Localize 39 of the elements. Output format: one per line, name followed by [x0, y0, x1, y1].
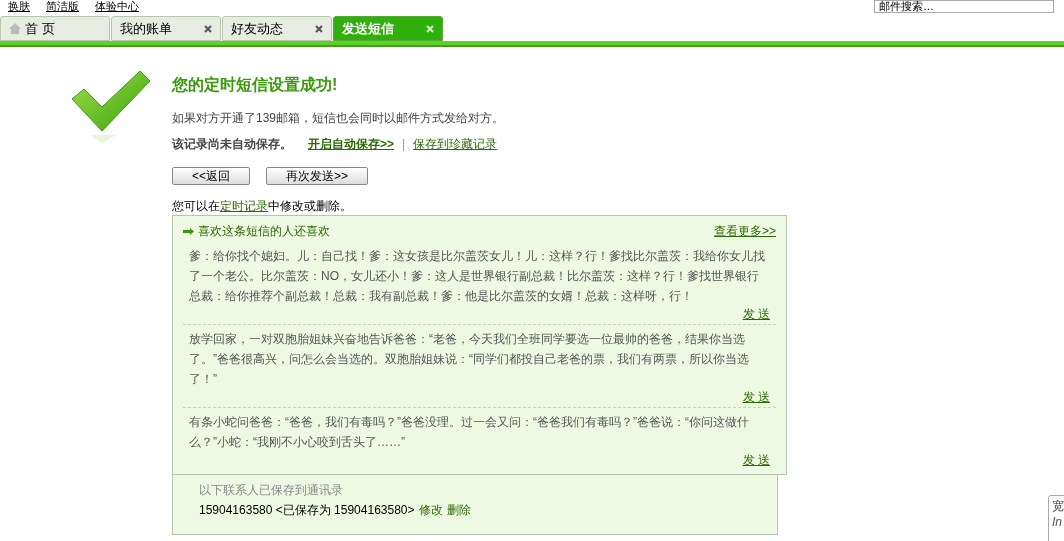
top-link[interactable]: 换肤: [8, 0, 30, 12]
tab-label: 首 页: [25, 19, 55, 38]
sms-text: 放学回家，一对双胞胎姐妹兴奋地告诉爸爸：“老爸，今天我们全班同学要选一位最帅的爸爸，结果你当选了。”爸爸很高兴，问怎么会当选的。双胞胎姐妹说：“同学们都投自己老爸的票，我们有两票，所以你当选了！”: [189, 331, 750, 388]
tab[interactable]: 好友动态: [222, 16, 332, 41]
link-separator: |: [402, 136, 406, 153]
send-link[interactable]: 发 送: [742, 452, 770, 468]
top-link[interactable]: 简洁版: [46, 0, 79, 12]
close-icon[interactable]: [315, 24, 323, 33]
success-title: 您的定时短信设置成功!: [172, 75, 339, 95]
tab-label: 我的账单: [120, 19, 172, 38]
resend-button[interactable]: 再次发送>>: [266, 167, 368, 185]
delete-link[interactable]: 删除: [446, 503, 471, 517]
more-link[interactable]: 查看更多>>: [714, 222, 776, 240]
sms-text: 有条小蛇问爸爸：“爸爸，我们有毒吗？”爸爸没理。过一会又问：“爸爸我们有毒吗？”爸爸说：“你问这做什么？”小蛇：“我刚不小心咬到舌头了……”: [189, 414, 750, 451]
auto-save-link[interactable]: 开启自动保存>>: [308, 135, 394, 153]
back-button[interactable]: <<返回: [172, 167, 250, 185]
unsaved-text: 该记录尚未自动保存。: [172, 136, 292, 153]
mail-search-field[interactable]: 邮件搜索…: [874, 0, 1054, 13]
recommend-title: 喜欢这条短信的人还喜欢: [198, 223, 330, 240]
notice-text: 如果对方开通了139邮箱，短信也会同时以邮件方式发给对方。: [172, 110, 505, 127]
contact-entry: 15904163580 <已保存为 15904163580>: [199, 503, 415, 517]
sms-text: 爹：给你找个媳妇。儿：自己找！爹：这女孩是比尔盖茨女儿！儿：这样？行！爹找比尔盖茨：我给你女儿找了一个老公。比尔盖茨：NO，女儿还小！爹：这人是世界银行副总裁！比尔盖茨：这样？行！爹找世界银行总裁：给你推荐个副总裁！总裁：我有副总裁！爹：他是比尔盖茨的女婿！总裁：这样呀，行！: [189, 248, 766, 305]
popup-text: 宽: [1052, 498, 1064, 514]
favorite-link[interactable]: 保存到珍藏记录: [413, 135, 498, 153]
close-icon[interactable]: [204, 24, 212, 33]
send-link[interactable]: 发 送: [742, 306, 770, 322]
tab-label: 好友动态: [231, 19, 283, 38]
arrow-icon: [183, 227, 194, 235]
popup-text: In: [1052, 514, 1063, 530]
tab[interactable]: 我的账单: [111, 16, 221, 41]
home-icon: [9, 23, 21, 34]
schedule-records-link[interactable]: 定时记录: [220, 199, 268, 213]
tab[interactable]: 首 页: [0, 16, 110, 41]
tab-label: 发送短信: [342, 19, 394, 38]
top-link[interactable]: 体验中心: [95, 0, 139, 12]
send-link[interactable]: 发 送: [742, 389, 770, 405]
edit-link[interactable]: 修改: [418, 503, 443, 517]
contacts-title: 以下联系人已保存到通讯录: [199, 482, 344, 499]
edit-hint-text: 您可以在定时记录中修改或删除。: [172, 198, 353, 215]
